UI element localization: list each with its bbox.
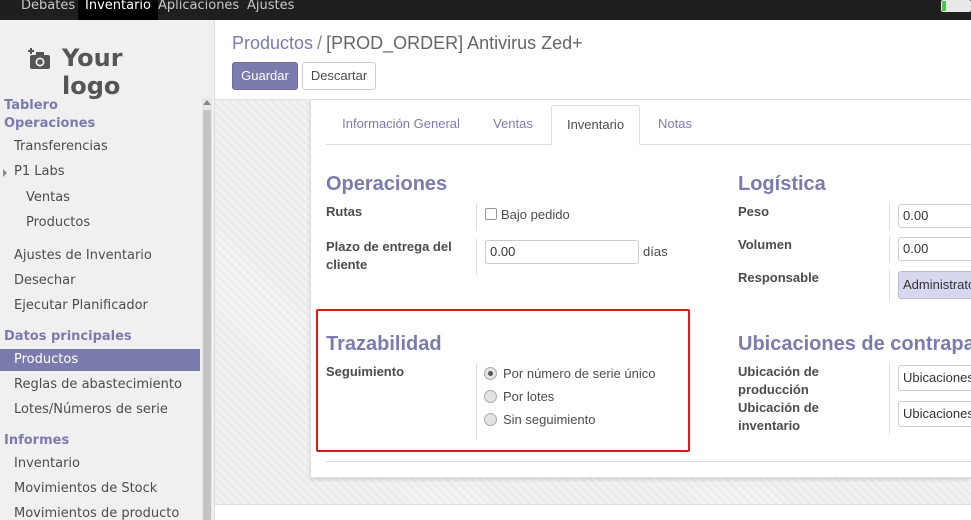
ubicacion-produccion-select[interactable]: Ubicaciones virtuales/Producción bbox=[898, 365, 971, 391]
sidebar: Your logo Tablero Operaciones Transferen… bbox=[0, 20, 215, 520]
plazo-unit: días bbox=[643, 244, 668, 259]
sidebar-item-inventario[interactable]: Inventario bbox=[0, 453, 200, 475]
volumen-input[interactable]: 0.00 bbox=[898, 237, 971, 261]
tab-informacion-general[interactable]: Información General bbox=[326, 105, 476, 145]
field-divider bbox=[476, 203, 477, 230]
ubicacion-inventario-label: Ubicación de inventario bbox=[738, 400, 819, 433]
field-divider bbox=[889, 236, 890, 263]
sidebar-heading-datos-principales: Datos principales bbox=[4, 329, 132, 344]
field-divider bbox=[889, 269, 890, 301]
sidebar-item-movimientos-stock[interactable]: Movimientos de Stock bbox=[0, 478, 200, 500]
sidebar-item-p1-labs[interactable]: P1 Labs bbox=[0, 161, 200, 183]
field-divider bbox=[889, 203, 890, 230]
plazo-entrega-input[interactable]: 0.00 bbox=[485, 240, 639, 264]
discard-button[interactable]: Descartar bbox=[302, 62, 376, 90]
ubicacion-inventario-select[interactable]: Ubicaciones virtuales/Pérdidas de invent… bbox=[898, 401, 971, 427]
sidebar-item-reglas-abastecimiento[interactable]: Reglas de abastecimiento bbox=[0, 374, 200, 396]
sidebar-heading-tablero[interactable]: Tablero bbox=[4, 98, 58, 113]
ubicacion-produccion-label: Ubicación de producción bbox=[738, 364, 819, 397]
sidebar-item-ajustes-inventario[interactable]: Ajustes de Inventario bbox=[0, 245, 200, 267]
sidebar-item-ejecutar-planificador[interactable]: Ejecutar Planificador bbox=[0, 295, 200, 317]
sidebar-item-ventas[interactable]: Ventas bbox=[0, 187, 200, 209]
peso-input[interactable]: 0.00 bbox=[898, 204, 971, 228]
section-divider bbox=[326, 461, 971, 462]
sidebar-item-desechar[interactable]: Desechar bbox=[0, 270, 200, 292]
rutas-label: Rutas bbox=[326, 204, 363, 219]
top-menu-bar: Debates Inventario Aplicaciones Ajustes bbox=[0, 0, 971, 20]
breadcrumb-separator: / bbox=[317, 33, 323, 53]
plazo-entrega-label: Plazo de entrega del cliente bbox=[326, 239, 452, 272]
logistica-title: Logística bbox=[738, 173, 826, 195]
tab-inventario[interactable]: Inventario bbox=[551, 105, 640, 145]
bajo-pedido-checkbox[interactable] bbox=[485, 208, 497, 220]
sidebar-scrollbar[interactable] bbox=[202, 98, 212, 520]
highlight-annotation-box bbox=[316, 309, 690, 452]
tab-ventas[interactable]: Ventas bbox=[478, 105, 548, 145]
field-divider bbox=[476, 238, 477, 275]
breadcrumb-current: [PROD_ORDER] Antivirus Zed+ bbox=[326, 33, 583, 53]
debug-toggle[interactable] bbox=[941, 0, 971, 12]
sidebar-item-productos-p1[interactable]: Productos bbox=[0, 212, 200, 234]
scrollbar-thumb[interactable] bbox=[203, 110, 211, 520]
tab-notas[interactable]: Notas bbox=[642, 105, 708, 145]
logo-text: Your logo bbox=[62, 44, 123, 100]
peso-label: Peso bbox=[738, 204, 770, 219]
field-divider bbox=[889, 363, 890, 435]
menu-debates[interactable]: Debates bbox=[14, 0, 82, 20]
volumen-label: Volumen bbox=[738, 237, 792, 252]
sidebar-heading-informes: Informes bbox=[4, 433, 70, 448]
breadcrumb-parent-link[interactable]: Productos bbox=[232, 33, 313, 53]
sidebar-item-movimientos-producto[interactable]: Movimientos de producto bbox=[0, 503, 200, 520]
caret-right-icon bbox=[3, 169, 7, 177]
company-logo[interactable]: Your logo bbox=[28, 44, 188, 100]
menu-aplicaciones[interactable]: Aplicaciones bbox=[151, 0, 246, 20]
save-button[interactable]: Guardar bbox=[232, 62, 298, 90]
bajo-pedido-label[interactable]: Bajo pedido bbox=[501, 207, 570, 222]
sidebar-item-lotes[interactable]: Lotes/Números de serie bbox=[0, 399, 200, 421]
sidebar-item-transferencias[interactable]: Transferencias bbox=[0, 136, 200, 158]
sidebar-item-label: P1 Labs bbox=[14, 164, 65, 179]
menu-ajustes[interactable]: Ajustes bbox=[240, 0, 301, 20]
camera-plus-icon bbox=[28, 48, 50, 69]
bottom-strip bbox=[215, 504, 971, 520]
sidebar-heading-operaciones: Operaciones bbox=[4, 116, 96, 131]
sidebar-item-productos[interactable]: Productos bbox=[0, 349, 200, 371]
operaciones-title: Operaciones bbox=[326, 173, 448, 195]
breadcrumb: Productos / [PROD_ORDER] Antivirus Zed+ bbox=[232, 33, 583, 54]
responsable-label: Responsable bbox=[738, 270, 819, 285]
responsable-input[interactable]: Administrator bbox=[898, 271, 971, 299]
scroll-up-icon[interactable] bbox=[203, 100, 211, 105]
menu-inventario[interactable]: Inventario bbox=[78, 0, 158, 20]
ubicaciones-title: Ubicaciones de contrapartida bbox=[738, 333, 971, 355]
